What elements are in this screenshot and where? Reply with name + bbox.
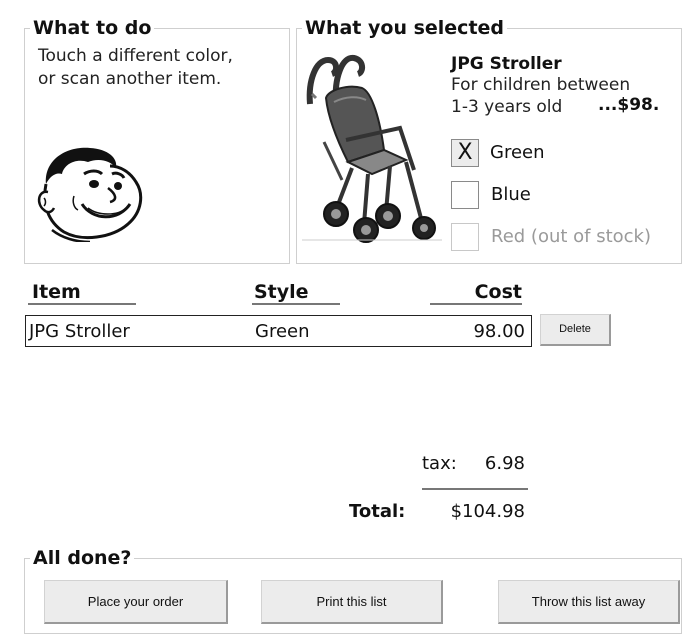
product-price: ...$98.: [598, 95, 660, 115]
column-header-style: Style: [254, 281, 309, 303]
tax-value: 6.98: [484, 453, 525, 474]
product-description-line-2: 1-3 years old: [451, 97, 563, 117]
option-red-checkbox: [451, 223, 479, 251]
total-rule: [422, 488, 528, 490]
throw-away-button[interactable]: Throw this list away: [498, 580, 680, 624]
column-header-item: Item: [32, 281, 81, 303]
instruction-line-1: Touch a different color,: [38, 46, 233, 66]
column-header-cost: Cost: [474, 281, 522, 303]
column-rule-item: [28, 303, 136, 305]
option-blue-checkbox[interactable]: [451, 181, 479, 209]
option-green-checkbox[interactable]: X: [451, 139, 479, 167]
place-order-button[interactable]: Place your order: [44, 580, 228, 624]
column-rule-cost: [430, 303, 522, 305]
what-to-do-title: What to do: [30, 17, 155, 39]
delete-button[interactable]: Delete: [540, 314, 611, 346]
selection-title: What you selected: [302, 17, 508, 39]
row-style: Green: [255, 321, 310, 342]
total-value: $104.98: [450, 501, 525, 522]
product-name: JPG Stroller: [451, 54, 562, 74]
stroller-icon: [302, 50, 442, 246]
total-label: Total:: [349, 501, 406, 522]
row-item-name: JPG Stroller: [29, 321, 130, 342]
print-list-button[interactable]: Print this list: [261, 580, 443, 624]
option-red-label: Red (out of stock): [491, 226, 652, 247]
all-done-title: All done?: [30, 547, 135, 569]
cartoon-face-icon: [32, 138, 150, 244]
option-green-label[interactable]: Green: [490, 140, 545, 166]
instruction-line-2: or scan another item.: [38, 69, 222, 89]
product-description-line-1: For children between: [451, 75, 631, 95]
option-blue-label[interactable]: Blue: [491, 182, 531, 208]
column-rule-style: [252, 303, 340, 305]
row-cost: 98.00: [473, 321, 525, 342]
